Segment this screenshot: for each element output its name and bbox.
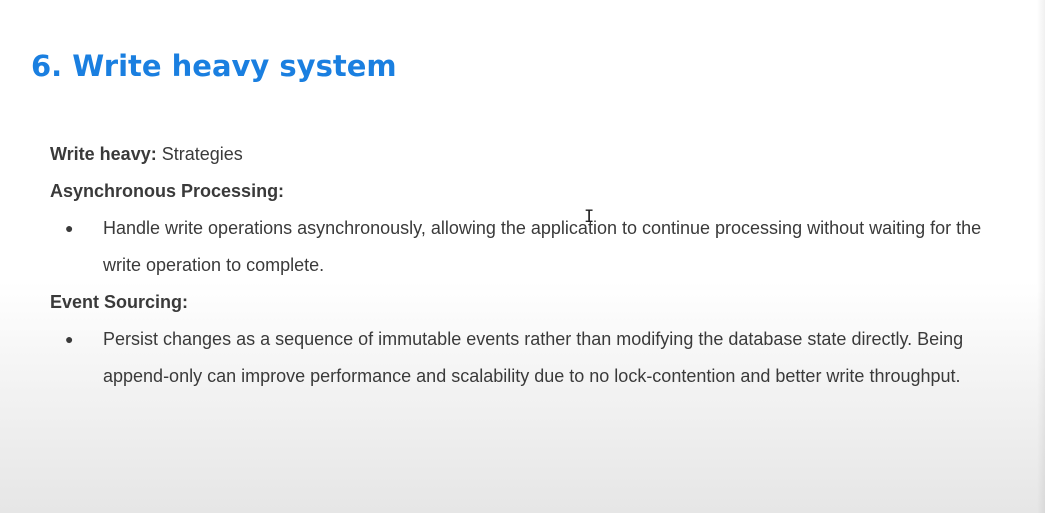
text-cursor-icon: I [584,207,595,227]
slide: 6. Write heavy system Write heavy: Strat… [0,0,1045,513]
bullet-icon: ● [65,220,74,236]
bullet-icon: ● [65,331,74,347]
slide-title: 6. Write heavy system [31,49,397,83]
section-heading-async: Asynchronous Processing: [50,181,285,201]
intro-label: Write heavy: [50,144,157,164]
section-heading-event-sourcing: Event Sourcing: [50,292,189,312]
bullet-text-async: Handle write operations asynchronously, … [103,218,982,275]
slide-content: Write heavy: Strategies Asynchronous Pro… [50,136,990,395]
bullet-item-async: ● Handle write operations asynchronously… [50,210,990,284]
right-edge-shadow [1037,0,1045,513]
intro-line: Write heavy: Strategies [50,136,990,173]
bullet-item-event-sourcing: ● Persist changes as a sequence of immut… [50,321,990,395]
bullet-text-event-sourcing: Persist changes as a sequence of immutab… [103,329,964,386]
intro-value: Strategies [156,144,243,164]
